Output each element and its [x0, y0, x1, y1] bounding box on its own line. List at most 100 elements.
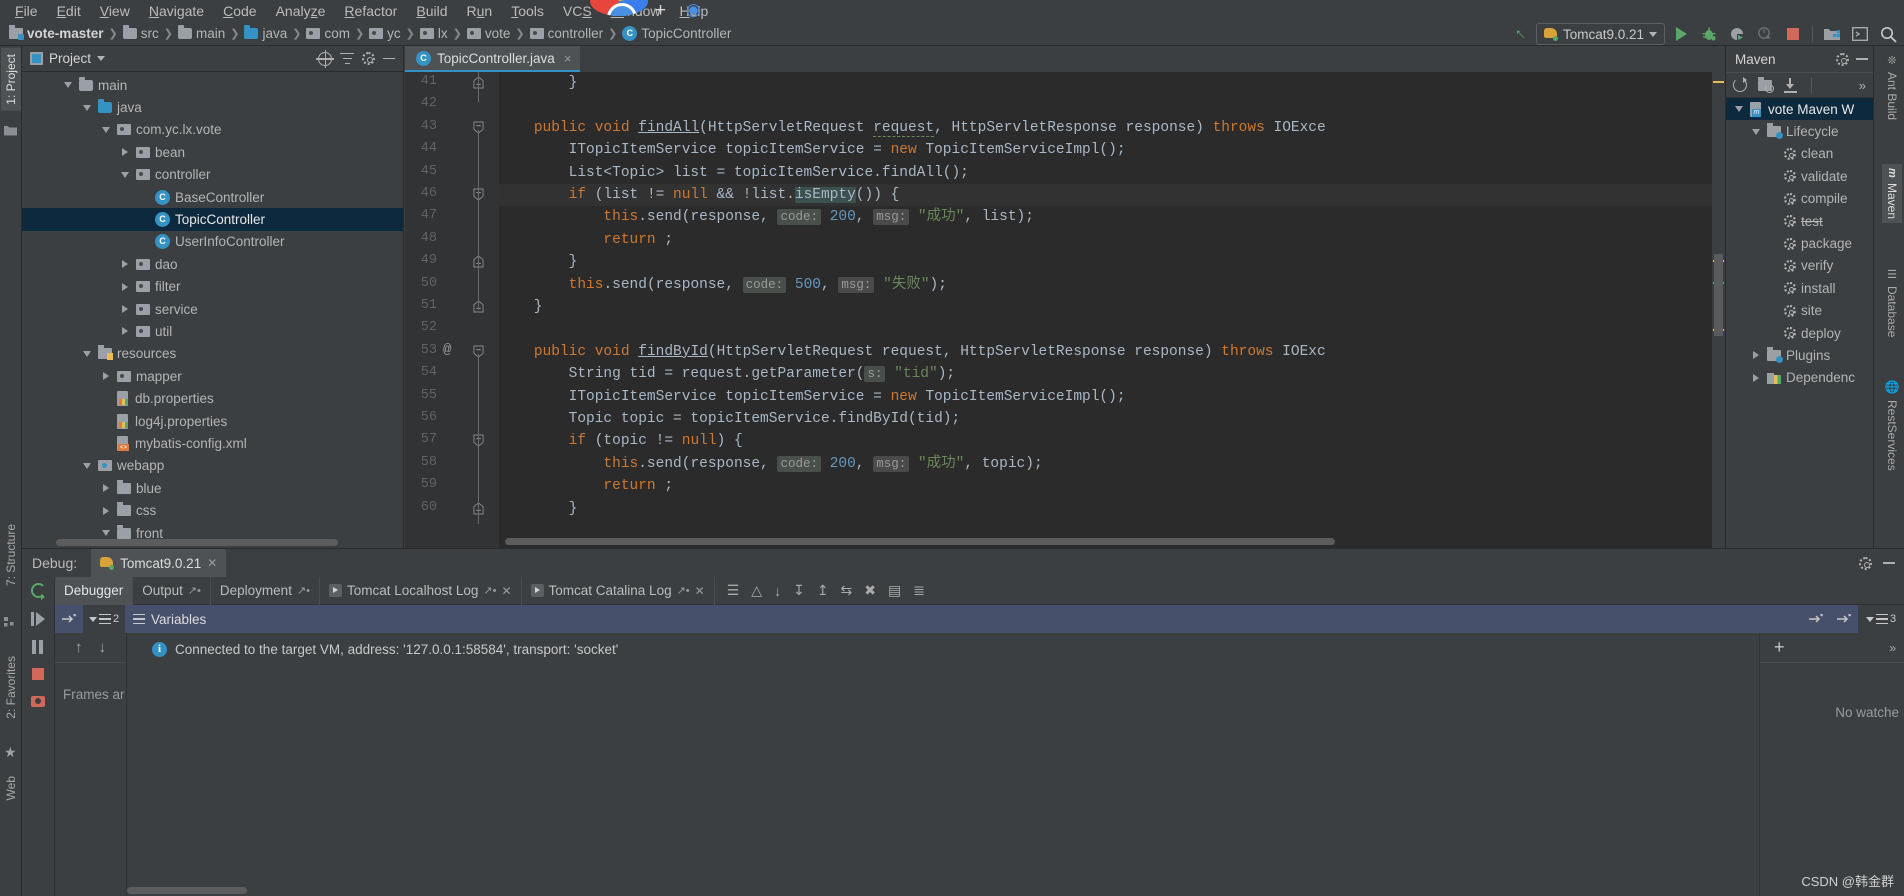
code-line[interactable]: } — [499, 72, 578, 94]
sidebar-item-maven[interactable]: m Maven — [1882, 164, 1902, 223]
maven-item-verify[interactable]: verify — [1726, 255, 1873, 277]
download-sources-icon[interactable] — [1783, 78, 1797, 93]
override-marker-icon[interactable]: @ — [443, 342, 451, 358]
breadcrumb-item-controller[interactable]: controller — [527, 25, 607, 42]
reimport-icon[interactable] — [1733, 77, 1747, 92]
menu-item-refactor[interactable]: Refactor — [335, 1, 406, 21]
menu-item-file[interactable]: File — [6, 1, 47, 21]
pin-icon[interactable]: ↗• — [188, 584, 201, 597]
editor-horizontal-scrollbar[interactable] — [505, 538, 1335, 545]
chevron-right-icon[interactable] — [1749, 349, 1762, 362]
tree-item-mybatis-config-xml[interactable]: mybatis-config.xml — [22, 432, 403, 454]
watches-selector[interactable]: 3 — [1858, 605, 1904, 633]
editor-tab-topiccontroller[interactable]: C TopicController.java × — [405, 46, 581, 72]
stop-icon[interactable] — [32, 668, 44, 680]
tree-item-main[interactable]: main — [22, 74, 403, 96]
menu-item-edit[interactable]: Edit — [48, 1, 90, 21]
menu-item-build[interactable]: Build — [407, 1, 456, 21]
close-icon[interactable]: × — [564, 51, 572, 66]
debug-tab-deployment[interactable]: Deployment ↗• — [211, 576, 321, 605]
maven-item-package[interactable]: package — [1726, 232, 1873, 254]
tree-item-resources[interactable]: resources — [22, 343, 403, 365]
chevron-down-icon[interactable] — [80, 347, 93, 360]
update-app-icon[interactable]: ↑ — [1508, 23, 1532, 45]
breadcrumb-item-vote-master[interactable]: vote-master — [6, 25, 107, 42]
sidebar-item-web[interactable]: Web — [1, 770, 21, 806]
restore-layout-icon[interactable] — [55, 605, 83, 633]
maven-item-deploy[interactable]: deploy — [1726, 322, 1873, 344]
chevron-down-icon[interactable] — [118, 168, 131, 181]
maven-item-clean[interactable]: clean — [1726, 143, 1873, 165]
chevron-right-icon[interactable] — [118, 258, 131, 271]
code-line[interactable]: return ; — [499, 475, 673, 497]
chevron-right-icon[interactable] — [118, 325, 131, 338]
chevron-right-icon[interactable] — [1749, 371, 1762, 384]
tree-item-controller[interactable]: controller — [22, 164, 403, 186]
maven-item-install[interactable]: install — [1726, 277, 1873, 299]
run-button[interactable] — [1669, 23, 1693, 45]
stripe-thumb[interactable] — [1714, 254, 1723, 336]
threads-selector[interactable]: 2 — [83, 605, 125, 633]
menu-item-tools[interactable]: Tools — [502, 1, 553, 21]
sidebar-item-structure[interactable]: 7: Structure — [1, 518, 21, 592]
chevron-right-icon[interactable] — [99, 482, 112, 495]
breadcrumb-item-main[interactable]: main — [175, 25, 228, 42]
scroll-to-end-icon[interactable]: ↧ — [793, 582, 805, 599]
code-line[interactable]: Topic topic = topicItemService.findById(… — [499, 408, 961, 430]
variables-tab[interactable]: Variables — [125, 612, 206, 627]
sidebar-item-favorites[interactable]: 2: Favorites — [1, 650, 21, 725]
settings-tab-icon2[interactable] — [1830, 605, 1858, 633]
chevron-right-icon[interactable] — [118, 303, 131, 316]
tree-item-topiccontroller[interactable]: C TopicController — [22, 208, 403, 231]
tree-item-mapper[interactable]: mapper — [22, 365, 403, 387]
run-configuration-selector[interactable]: Tomcat9.0.21 — [1535, 23, 1665, 45]
new-tab-plus-icon[interactable]: + — [655, 0, 666, 22]
chevron-down-icon[interactable] — [97, 56, 106, 61]
code-line[interactable]: public void findAll(HttpServletRequest r… — [499, 117, 1326, 139]
maven-item-validate[interactable]: validate — [1726, 165, 1873, 187]
tree-item-filter[interactable]: filter — [22, 276, 403, 298]
menu-item-analyze[interactable]: Analyze — [267, 1, 335, 21]
hide-icon[interactable] — [1883, 562, 1895, 564]
code-line[interactable]: this.send(response, code: 500, msg: "失败"… — [499, 274, 947, 296]
chevron-down-icon[interactable] — [1732, 103, 1745, 116]
arrow-down-icon[interactable]: ↓ — [99, 639, 107, 656]
code-line[interactable]: this.send(response, code: 200, msg: "成功"… — [499, 206, 1034, 228]
code-line[interactable]: ITopicItemService topicItemService = new… — [499, 386, 1126, 408]
more-icon[interactable]: » — [1859, 78, 1866, 93]
hide-icon[interactable] — [383, 57, 395, 60]
pin-icon[interactable]: ↗• — [297, 584, 310, 597]
breadcrumb-item-vote[interactable]: vote — [464, 25, 514, 42]
maven-tree[interactable]: vote Maven W Lifecycle clean validate compil… — [1726, 98, 1873, 546]
code-viewport[interactable]: 41 42 43 44 45 46 47 48 49 50 51 52 53 @54 55 56 57 58 59 6… — [405, 72, 1725, 548]
settings-icon[interactable] — [1859, 556, 1872, 570]
clear-icon[interactable]: ✖ — [864, 582, 876, 599]
editor-gutter[interactable]: 41 42 43 44 45 46 47 48 49 50 51 52 53 @54 55 56 57 58 59 6… — [405, 72, 499, 548]
sidebar-item-ant-build[interactable]: ❊ Ant Build — [1882, 50, 1902, 124]
arrow-up-icon[interactable]: ↑ — [75, 639, 83, 656]
frames-horizontal-scrollbar[interactable] — [127, 887, 247, 894]
soft-wrap-icon[interactable]: ☰ — [727, 582, 740, 599]
tree-item-util[interactable]: util — [22, 320, 403, 342]
debug-tab-output[interactable]: Output ↗• — [133, 576, 211, 605]
maven-item-lifecycle[interactable]: Lifecycle — [1726, 120, 1873, 142]
maven-item-dependenc[interactable]: Dependenc — [1726, 367, 1873, 389]
tree-item-service[interactable]: service — [22, 298, 403, 320]
tree-item-basecontroller[interactable]: C BaseController — [22, 186, 403, 208]
collapse-all-icon[interactable] — [340, 52, 354, 65]
pause-program-icon[interactable] — [31, 640, 45, 654]
stop-button[interactable] — [1781, 23, 1805, 45]
close-icon[interactable]: ✕ — [501, 584, 511, 598]
chevron-right-icon[interactable] — [99, 370, 112, 383]
chevron-down-icon[interactable] — [80, 101, 93, 114]
pin-icon[interactable]: ↗• — [483, 584, 496, 597]
menu-item-run[interactable]: Run — [458, 1, 502, 21]
breadcrumb-item-src[interactable]: src — [120, 25, 162, 42]
maven-item-test[interactable]: test — [1726, 210, 1873, 232]
breadcrumb-item-com[interactable]: com — [303, 25, 353, 42]
chevron-right-icon[interactable] — [118, 146, 131, 159]
code-line[interactable]: List<Topic> list = topicItemService.find… — [499, 162, 969, 184]
locate-in-tree-icon[interactable] — [316, 49, 334, 68]
tree-item-webapp[interactable]: webapp — [22, 455, 403, 477]
tree-item-java[interactable]: java — [22, 96, 403, 118]
